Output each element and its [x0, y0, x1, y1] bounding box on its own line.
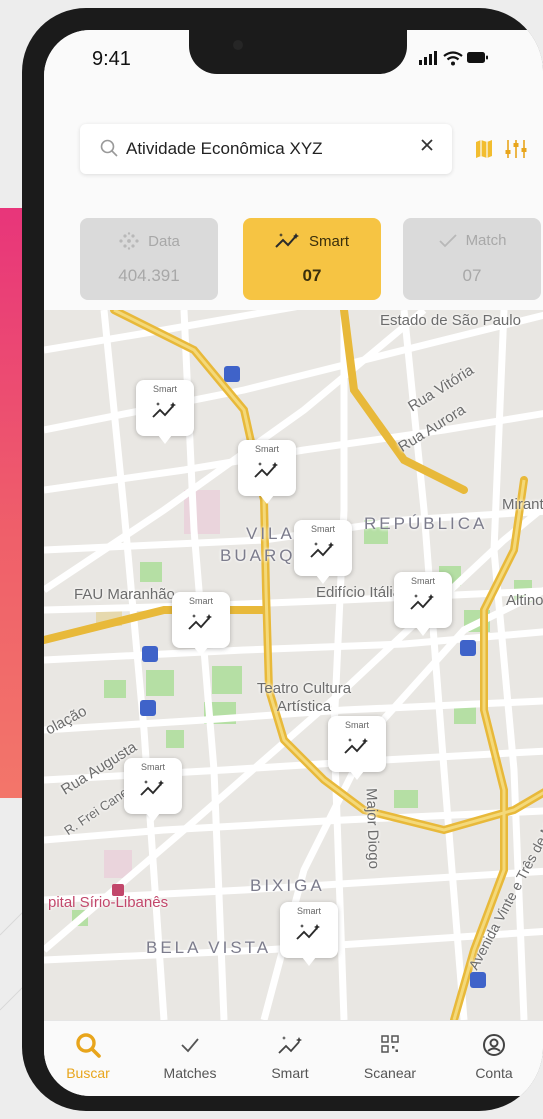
map-label-bela-vista: BELA VISTA: [146, 938, 272, 957]
phone-screen: 9:41 Atividade Econômica XYZ Data 404.39…: [44, 30, 543, 1096]
metro-station-icon[interactable]: [470, 972, 486, 988]
smart-icon: [152, 402, 176, 418]
map-label-edificio: Edifício Itália: [316, 584, 402, 601]
map-label-hospital: pital Sírio-Libanês: [48, 894, 169, 911]
smart-icon: [278, 1036, 302, 1054]
smart-map-pin[interactable]: Smart: [294, 520, 352, 584]
tab-buscar-label: Buscar: [66, 1065, 110, 1081]
filter-icon[interactable]: [504, 138, 528, 160]
search-input[interactable]: [126, 136, 386, 162]
map-label-altino: Altino A: [506, 592, 543, 609]
map-label-estado: Estado de São Paulo: [380, 312, 521, 329]
smart-icon: [188, 614, 212, 630]
tab-matches-label: Matches: [163, 1065, 217, 1081]
metro-station-icon[interactable]: [224, 366, 240, 382]
mode-data-count: 404.391: [118, 266, 180, 285]
check-icon: [181, 1038, 199, 1053]
smart-map-pin[interactable]: Smart: [136, 380, 194, 444]
tab-smart-label: Smart: [271, 1065, 309, 1081]
mode-data-label: Data: [148, 232, 180, 250]
tab-smart[interactable]: Smart: [250, 1021, 330, 1096]
search-bar: [80, 124, 452, 174]
map-label-republica: REPÚBLICA: [364, 514, 488, 533]
wifi-icon: [443, 51, 463, 66]
mode-selector: Data 404.391 Smart 07 Match 07: [80, 218, 543, 300]
mode-smart-label: Smart: [308, 232, 349, 250]
mode-smart-count: 07: [302, 266, 322, 285]
data-dots-icon: [119, 232, 139, 250]
metro-station-icon[interactable]: [460, 640, 476, 656]
map-label-teatro: Teatro Cultura Artística: [256, 680, 352, 715]
tab-scanear[interactable]: Scanear: [350, 1021, 430, 1096]
status-icons: [419, 51, 488, 66]
mode-match-label: Match: [465, 232, 507, 249]
mode-match-button[interactable]: Match 07: [403, 218, 541, 300]
tab-conta[interactable]: Conta: [454, 1021, 534, 1096]
mode-smart-button[interactable]: Smart 07: [243, 218, 381, 300]
status-time: 9:41: [92, 48, 131, 70]
smart-icon: [410, 594, 434, 610]
metro-station-icon[interactable]: [140, 700, 156, 716]
map-label-bixiga: BIXIGA: [250, 876, 325, 895]
map-label-major-diogo: Major Diogo: [362, 787, 383, 870]
smart-icon: [254, 462, 278, 478]
smart-map-pin[interactable]: Smart: [328, 716, 386, 780]
smart-icon: [140, 780, 164, 796]
smart-map-pin[interactable]: Smart: [124, 758, 182, 822]
bottom-tab-bar: Buscar Matches Smart Scanear Conta: [44, 1020, 543, 1096]
check-icon: [438, 233, 457, 247]
search-icon: [100, 139, 118, 157]
phone-frame: 9:41 Atividade Econômica XYZ Data 404.39…: [22, 8, 543, 1111]
battery-icon: [467, 52, 488, 63]
mode-data-button[interactable]: Data 404.391: [80, 218, 218, 300]
smart-map-pin[interactable]: Smart: [394, 572, 452, 636]
smart-map-pin[interactable]: Smart: [280, 902, 338, 966]
smart-icon: [344, 738, 368, 754]
tab-matches[interactable]: Matches: [150, 1021, 230, 1096]
map-label-vila: VILA: [246, 524, 295, 543]
map-label-mirante: Mirante: [502, 496, 543, 513]
account-icon: [483, 1034, 505, 1056]
tab-conta-label: Conta: [475, 1065, 513, 1081]
map-label-fau: FAU Maranhão: [74, 586, 175, 603]
map-view-icon[interactable]: [476, 140, 492, 158]
search-icon: [76, 1033, 101, 1058]
tab-scanear-label: Scanear: [363, 1065, 417, 1081]
phone-notch: [189, 30, 407, 74]
search-header: Data 404.391 Smart 07: [44, 90, 543, 310]
tab-buscar[interactable]: Buscar: [48, 1021, 128, 1096]
clear-search-icon[interactable]: [420, 138, 434, 152]
smart-icon: [310, 542, 334, 558]
smart-icon: [296, 924, 320, 940]
smart-map-pin[interactable]: Smart: [238, 440, 296, 504]
smart-icon: [275, 233, 299, 248]
cellular-signal-icon: [419, 51, 437, 65]
mode-match-count: 07: [462, 266, 482, 285]
map-view[interactable]: Estado de São Paulo Rua Vitória Rua Auro…: [44, 310, 543, 1020]
metro-station-icon[interactable]: [142, 646, 158, 662]
smart-map-pin[interactable]: Smart: [172, 592, 230, 656]
qr-scan-icon: [381, 1035, 399, 1053]
hospital-icon[interactable]: [112, 884, 124, 896]
